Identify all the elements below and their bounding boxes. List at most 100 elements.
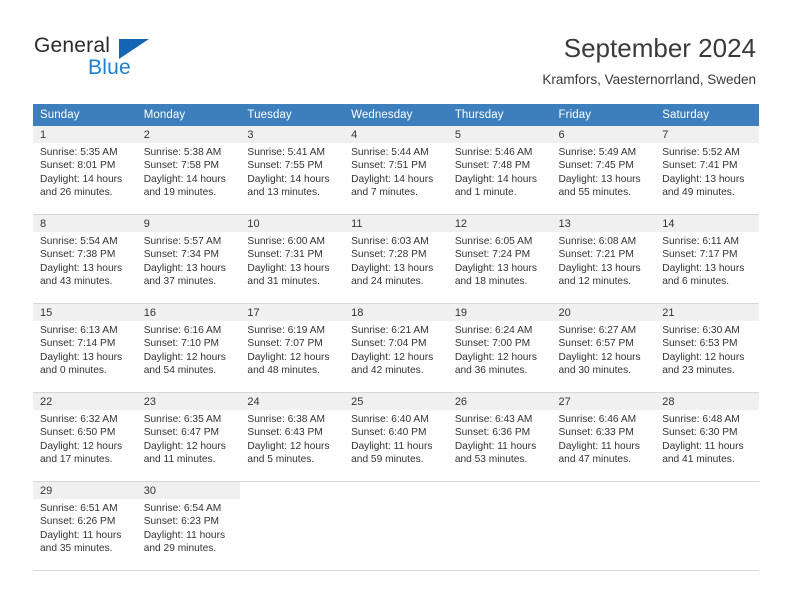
day-number: 22 [33, 393, 137, 410]
calendar-body: 1 Sunrise: 5:35 AM Sunset: 8:01 PM Daylight… [33, 126, 759, 571]
sunset-text: Sunset: 7:21 PM [558, 249, 634, 261]
calendar-week-row: 29 Sunrise: 6:51 AM Sunset: 6:26 PM Dayligh… [33, 481, 759, 571]
sunset-text: Sunset: 7:38 PM [40, 249, 116, 261]
day-details: Sunrise: 5:46 AM Sunset: 7:48 PM Daylight:… [448, 143, 552, 200]
day-cell[interactable]: 8 Sunrise: 5:54 AM Sunset: 7:38 PM Daylight… [33, 214, 137, 304]
day-number [551, 482, 656, 499]
sunset-text: Sunset: 6:26 PM [40, 516, 116, 528]
day-cell[interactable]: 26 Sunrise: 6:43 AM Sunset: 6:36 PM Dayligh… [447, 392, 552, 482]
day-cell[interactable]: 19 Sunrise: 6:24 AM Sunset: 7:00 PM Dayligh… [447, 303, 552, 393]
sunrise-text: Sunrise: 6:21 AM [351, 325, 429, 336]
day-cell[interactable]: 27 Sunrise: 6:46 AM Sunset: 6:33 PM Dayligh… [551, 392, 656, 482]
day-cell[interactable]: 4 Sunrise: 5:44 AM Sunset: 7:51 PM Daylight… [344, 126, 448, 215]
day-cell[interactable]: 24 Sunrise: 6:38 AM Sunset: 6:43 PM Dayligh… [240, 392, 345, 482]
day-cell[interactable]: 9 Sunrise: 5:57 AM Sunset: 7:34 PM Daylight… [136, 214, 241, 304]
day-number: 17 [240, 304, 345, 321]
daylight-text-line2: and 37 minutes. [143, 276, 217, 288]
day-number: 27 [551, 393, 656, 410]
page-title: September 2024 [563, 33, 756, 63]
day-cell[interactable]: 3 Sunrise: 5:41 AM Sunset: 7:55 PM Daylight… [240, 126, 345, 215]
daylight-text-line1: Daylight: 13 hours [40, 262, 123, 274]
daylight-text-line2: and 12 minutes. [558, 276, 632, 288]
sunrise-text: Sunrise: 6:05 AM [454, 236, 533, 247]
day-number: 14 [655, 215, 759, 232]
day-cell[interactable]: 14 Sunrise: 6:11 AM Sunset: 7:17 PM Dayligh… [655, 214, 759, 304]
day-cell[interactable]: 15 Sunrise: 6:13 AM Sunset: 7:14 PM Dayligh… [33, 303, 137, 393]
daylight-text-line2: and 23 minutes. [662, 365, 735, 377]
daylight-text-line2: and 49 minutes. [662, 187, 735, 199]
day-cell[interactable]: 7 Sunrise: 5:52 AM Sunset: 7:41 PM Daylight… [655, 126, 759, 215]
logo-word-blue: Blue [88, 56, 131, 79]
daylight-text-line2: and 19 minutes. [143, 187, 217, 199]
daylight-text-line2: and 0 minutes. [40, 365, 107, 377]
day-cell[interactable]: 17 Sunrise: 6:19 AM Sunset: 7:07 PM Dayligh… [240, 303, 345, 393]
day-details: Sunrise: 6:21 AM Sunset: 7:04 PM Daylight:… [344, 321, 448, 378]
day-details: Sunrise: 6:38 AM Sunset: 6:43 PM Daylight:… [240, 410, 344, 467]
sunset-text: Sunset: 7:04 PM [351, 338, 427, 350]
day-cell[interactable]: 16 Sunrise: 6:16 AM Sunset: 7:10 PM Dayligh… [136, 303, 241, 393]
day-number: 19 [447, 304, 552, 321]
day-details: Sunrise: 6:40 AM Sunset: 6:40 PM Daylight:… [344, 410, 448, 467]
daylight-text-line1: Daylight: 12 hours [247, 351, 330, 363]
daylight-text-line2: and 30 minutes. [558, 365, 632, 377]
daylight-text-line2: and 6 minutes. [662, 276, 730, 288]
sunrise-text: Sunrise: 6:38 AM [247, 414, 325, 425]
daylight-text-line1: Daylight: 14 hours [351, 173, 434, 185]
day-number: 15 [33, 304, 137, 321]
day-cell[interactable]: 30 Sunrise: 6:54 AM Sunset: 6:23 PM Dayligh… [136, 481, 241, 571]
day-cell[interactable]: 5 Sunrise: 5:46 AM Sunset: 7:48 PM Daylight… [447, 126, 552, 215]
day-cell[interactable]: 6 Sunrise: 5:49 AM Sunset: 7:45 PM Daylight… [551, 126, 656, 215]
day-details: Sunrise: 6:03 AM Sunset: 7:28 PM Daylight:… [344, 232, 448, 289]
day-cell[interactable]: 29 Sunrise: 6:51 AM Sunset: 6:26 PM Dayligh… [33, 481, 137, 571]
daylight-text-line1: Daylight: 12 hours [454, 351, 537, 363]
day-details: Sunrise: 6:13 AM Sunset: 7:14 PM Daylight:… [33, 321, 137, 378]
day-cell[interactable]: 1 Sunrise: 5:35 AM Sunset: 8:01 PM Daylight… [33, 126, 137, 215]
day-details: Sunrise: 6:00 AM Sunset: 7:31 PM Daylight:… [240, 232, 344, 289]
day-number: 21 [655, 304, 759, 321]
day-cell[interactable]: 12 Sunrise: 6:05 AM Sunset: 7:24 PM Dayligh… [447, 214, 552, 304]
day-cell[interactable]: 18 Sunrise: 6:21 AM Sunset: 7:04 PM Dayligh… [344, 303, 448, 393]
day-cell[interactable]: 13 Sunrise: 6:08 AM Sunset: 7:21 PM Dayligh… [551, 214, 656, 304]
daylight-text-line2: and 53 minutes. [454, 454, 528, 466]
daylight-text-line2: and 24 minutes. [351, 276, 424, 288]
day-cell[interactable]: 10 Sunrise: 6:00 AM Sunset: 7:31 PM Dayligh… [240, 214, 345, 304]
weekday-header-row: Sunday Monday Tuesday Wednesday Thursday… [33, 104, 759, 126]
daylight-text-line2: and 26 minutes. [40, 187, 113, 199]
day-cell[interactable]: 2 Sunrise: 5:38 AM Sunset: 7:58 PM Daylight… [136, 126, 241, 215]
calendar-week-row: 1 Sunrise: 5:35 AM Sunset: 8:01 PM Daylight… [33, 126, 759, 215]
day-cell[interactable]: 25 Sunrise: 6:40 AM Sunset: 6:40 PM Dayligh… [344, 392, 448, 482]
sunrise-text: Sunrise: 6:48 AM [662, 414, 740, 425]
day-number: 7 [655, 126, 759, 143]
day-details: Sunrise: 5:38 AM Sunset: 7:58 PM Daylight:… [137, 143, 241, 200]
day-cell[interactable]: 23 Sunrise: 6:35 AM Sunset: 6:47 PM Dayligh… [136, 392, 241, 482]
day-number: 6 [551, 126, 656, 143]
sunset-text: Sunset: 6:43 PM [247, 427, 323, 439]
sunrise-text: Sunrise: 6:46 AM [558, 414, 637, 425]
daylight-text-line2: and 31 minutes. [247, 276, 320, 288]
day-number: 10 [240, 215, 345, 232]
day-cell[interactable]: 11 Sunrise: 6:03 AM Sunset: 7:28 PM Dayligh… [344, 214, 448, 304]
day-number [447, 482, 552, 499]
day-cell-empty [344, 481, 448, 571]
day-number: 26 [447, 393, 552, 410]
daylight-text-line2: and 41 minutes. [662, 454, 735, 466]
day-details: Sunrise: 5:49 AM Sunset: 7:45 PM Daylight:… [552, 143, 656, 200]
day-details: Sunrise: 5:52 AM Sunset: 7:41 PM Daylight:… [655, 143, 759, 200]
day-cell-empty [655, 481, 759, 571]
daylight-text-line1: Daylight: 11 hours [662, 440, 744, 452]
daylight-text-line1: Daylight: 12 hours [40, 440, 123, 452]
day-number [240, 482, 345, 499]
daylight-text-line2: and 5 minutes. [247, 454, 315, 466]
sunrise-text: Sunrise: 6:30 AM [662, 325, 740, 336]
day-cell[interactable]: 21 Sunrise: 6:30 AM Sunset: 6:53 PM Dayligh… [655, 303, 759, 393]
day-number: 23 [136, 393, 241, 410]
day-cell[interactable]: 28 Sunrise: 6:48 AM Sunset: 6:30 PM Dayligh… [655, 392, 759, 482]
sunset-text: Sunset: 7:51 PM [351, 160, 427, 172]
day-details: Sunrise: 5:35 AM Sunset: 8:01 PM Daylight:… [33, 143, 137, 200]
sunrise-text: Sunrise: 6:03 AM [351, 236, 429, 247]
logo[interactable]: General Blue [34, 34, 164, 80]
day-cell[interactable]: 20 Sunrise: 6:27 AM Sunset: 6:57 PM Dayligh… [551, 303, 656, 393]
day-cell[interactable]: 22 Sunrise: 6:32 AM Sunset: 6:50 PM Dayligh… [33, 392, 137, 482]
day-number: 8 [33, 215, 137, 232]
daylight-text-line2: and 47 minutes. [558, 454, 632, 466]
